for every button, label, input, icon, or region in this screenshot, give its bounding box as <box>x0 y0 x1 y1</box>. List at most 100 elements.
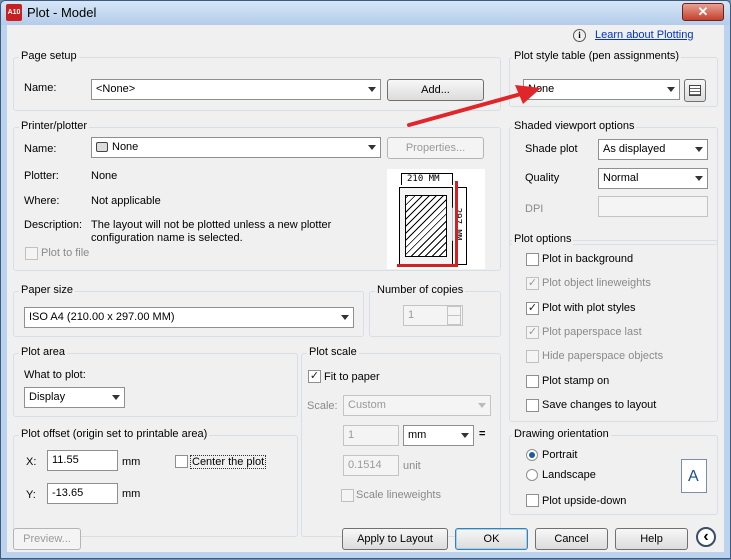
plot-with-plot-styles-label: Plot with plot styles <box>542 302 636 314</box>
plot-offset-label: Plot offset (origin set to printable are… <box>19 428 210 440</box>
plot-paperspace-last-label: Plot paperspace last <box>542 326 642 338</box>
learn-about-plotting-link[interactable]: Learn about Plotting <box>595 29 693 41</box>
where-label: Where: <box>24 195 60 207</box>
plotter-value: None <box>91 170 118 182</box>
window-title: Plot - Model <box>27 5 97 20</box>
help-button[interactable]: Help <box>615 528 688 550</box>
copies-label: Number of copies <box>375 284 466 296</box>
fit-to-paper-checkbox[interactable]: ✓ <box>308 370 321 383</box>
offset-y-value: -13.65 <box>52 487 84 499</box>
printable-area-hatch <box>405 195 447 257</box>
what-to-plot-label: What to plot: <box>24 369 86 381</box>
plot-object-lineweights-checkbox[interactable]: ✓ <box>526 277 539 290</box>
equals-sign: = <box>479 428 486 440</box>
paper-size-label: Paper size <box>19 284 75 296</box>
dialog-body: i Learn about Plotting Page setup Name: … <box>7 25 724 552</box>
shade-plot-label: Shade plot <box>525 143 578 155</box>
quality-value: Normal <box>603 172 639 184</box>
save-changes-to-layout-label: Save changes to layout <box>542 399 657 411</box>
page-setup-label: Page setup <box>19 50 79 62</box>
chevron-down-icon <box>368 145 376 150</box>
page-setup-name-value: <None> <box>96 83 136 95</box>
what-to-plot-value: Display <box>29 391 66 403</box>
plot-paperspace-last-checkbox[interactable]: ✓ <box>526 326 539 339</box>
apply-to-layout-button[interactable]: Apply to Layout <box>342 528 448 550</box>
info-icon[interactable]: i <box>573 29 586 42</box>
plot-upside-down-label: Plot upside-down <box>542 495 627 507</box>
page-setup-name-combo[interactable]: <None> <box>91 79 381 100</box>
scale-label: Scale: <box>307 400 338 412</box>
plot-scale-label: Plot scale <box>307 346 359 358</box>
offset-y-input[interactable]: -13.65 <box>47 483 118 504</box>
plot-style-table-value: None <box>528 83 555 95</box>
description-line-1: The layout will not be plotted unless a … <box>91 219 332 231</box>
landscape-radio[interactable] <box>526 469 538 481</box>
what-to-plot-combo[interactable]: Display <box>24 387 125 408</box>
radio-selected-dot <box>529 452 535 458</box>
scale-value2-input[interactable]: 0.1514 <box>343 455 399 476</box>
scale-unit-combo[interactable]: mm <box>403 425 474 446</box>
offset-x-value: 11.55 <box>52 454 79 466</box>
quality-label: Quality <box>525 172 560 184</box>
portrait-radio[interactable] <box>526 449 538 461</box>
hide-paperspace-objects-label: Hide paperspace objects <box>542 350 664 362</box>
plot-with-plot-styles-checkbox[interactable]: ✓ <box>526 302 539 315</box>
plot-dialog: A10 Plot - Model ✕ i Learn about Plottin… <box>0 0 731 559</box>
scale-value2: 0.1514 <box>348 459 382 471</box>
quality-combo[interactable]: Normal <box>598 168 708 189</box>
plot-style-table-combo[interactable]: None <box>523 79 680 100</box>
plot-options-label: Plot options <box>512 233 574 245</box>
dpi-input[interactable] <box>598 196 708 217</box>
offset-y-label: Y: <box>26 489 36 501</box>
plot-upside-down-checkbox[interactable] <box>526 494 539 507</box>
paper-edge-bottom <box>397 264 458 267</box>
center-the-plot-checkbox[interactable] <box>175 455 188 468</box>
expand-collapse-button[interactable]: ‹ <box>696 527 716 547</box>
scale-value1-input[interactable]: 1 <box>343 425 399 446</box>
add-button[interactable]: Add... <box>387 79 484 101</box>
paper-size-combo[interactable]: ISO A4 (210.00 x 297.00 MM) <box>24 307 354 328</box>
close-button[interactable]: ✕ <box>682 3 724 21</box>
hide-paperspace-objects-checkbox[interactable] <box>526 350 539 363</box>
orientation-icon-letter: A <box>688 468 699 485</box>
printer-icon <box>96 142 108 152</box>
description-line-2: configuration name is selected. <box>91 232 243 244</box>
paper-preview: 210 MM 297 MM <box>387 169 485 269</box>
plot-to-file-checkbox[interactable] <box>25 247 38 260</box>
properties-button[interactable]: Properties... <box>387 137 484 159</box>
preview-button[interactable]: Preview... <box>13 528 81 550</box>
autocad-logo-icon: A10 <box>6 4 22 21</box>
chevron-down-icon <box>667 87 675 92</box>
chevron-down-icon <box>341 315 349 320</box>
printer-name-value: None <box>112 141 139 153</box>
offset-x-input[interactable]: 11.55 <box>47 450 118 471</box>
offset-x-label: X: <box>26 456 37 468</box>
edit-plot-style-button[interactable] <box>684 79 706 102</box>
copies-down-arrow[interactable] <box>447 315 461 325</box>
ok-button[interactable]: OK <box>455 528 528 550</box>
scale-unit-value: mm <box>408 429 427 441</box>
plot-style-table-label: Plot style table (pen assignments) <box>512 50 682 62</box>
drawing-orientation-label: Drawing orientation <box>512 428 611 440</box>
dpi-label: DPI <box>525 203 544 215</box>
plot-in-background-label: Plot in background <box>542 253 634 265</box>
cancel-button[interactable]: Cancel <box>535 528 608 550</box>
save-changes-to-layout-checkbox[interactable] <box>526 399 539 412</box>
scale-combo[interactable]: Custom <box>343 395 491 416</box>
printer-name-combo[interactable]: None <box>91 137 381 158</box>
paper-width-label: 210 MM <box>407 174 440 184</box>
chevron-down-icon <box>695 147 703 152</box>
fit-to-paper-label: Fit to paper <box>324 371 380 383</box>
scale-value1: 1 <box>348 429 355 441</box>
page-orientation-icon: A <box>681 459 707 493</box>
plot-in-background-checkbox[interactable] <box>526 253 539 266</box>
shaded-viewport-label: Shaded viewport options <box>512 120 637 132</box>
plotter-label: Plotter: <box>24 170 59 182</box>
plot-stamp-on-checkbox[interactable] <box>526 375 539 388</box>
printer-name-label: Name: <box>24 143 57 155</box>
shade-plot-combo[interactable]: As displayed <box>598 139 708 160</box>
chevron-down-icon <box>461 433 469 438</box>
title-bar[interactable]: A10 Plot - Model ✕ <box>1 1 730 25</box>
scale-lineweights-checkbox[interactable] <box>341 489 354 502</box>
paper-edge-right <box>455 181 458 267</box>
